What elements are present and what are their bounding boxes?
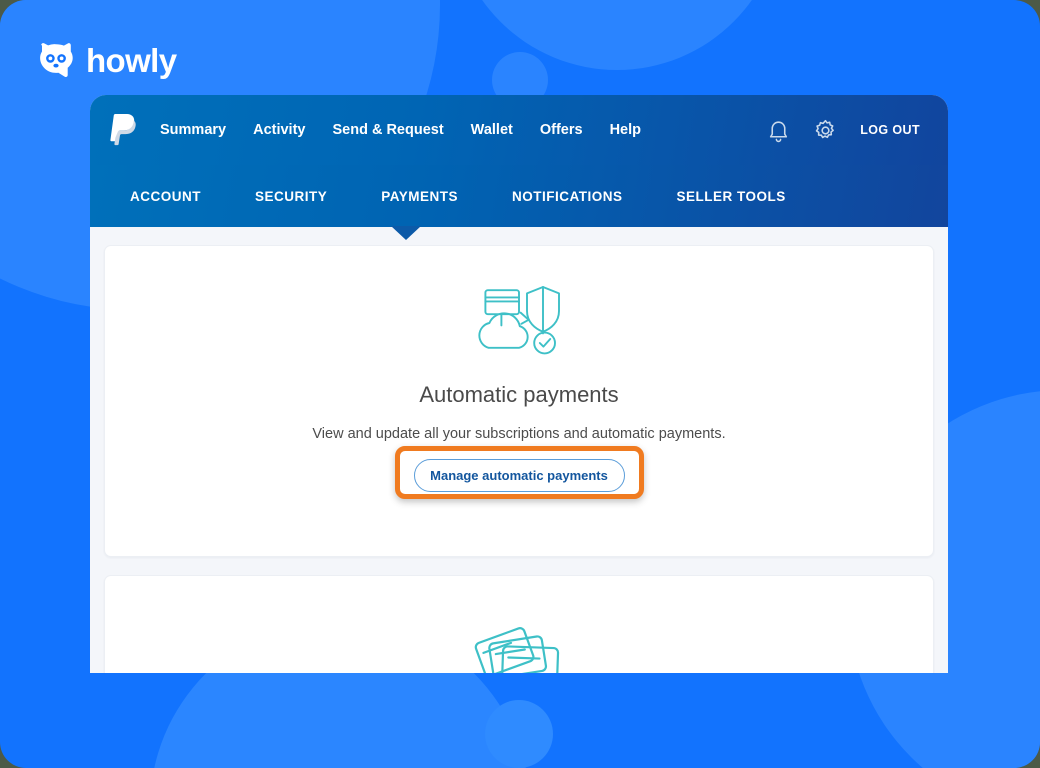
manage-automatic-payments-button[interactable]: Manage automatic payments — [413, 459, 625, 492]
nav-link-wallet[interactable]: Wallet — [471, 122, 513, 138]
background-blob-dot — [485, 700, 553, 768]
nav-link-send-request[interactable]: Send & Request — [332, 122, 443, 138]
tab-security[interactable]: SECURITY — [255, 189, 327, 204]
page-content: Automatic payments View and update all y… — [90, 227, 948, 673]
active-tab-indicator-icon — [391, 226, 421, 240]
nav-link-activity[interactable]: Activity — [253, 122, 305, 138]
nav-link-help[interactable]: Help — [610, 122, 641, 138]
tab-payments[interactable]: PAYMENTS — [381, 189, 458, 204]
cta-container: Manage automatic payments — [394, 446, 644, 499]
paypal-icon[interactable] — [108, 114, 138, 146]
blue-canvas: howly Summary Activity Send & Request Wa… — [0, 0, 1040, 768]
top-nav-links: Summary Activity Send & Request Wallet O… — [160, 122, 641, 138]
nav-link-summary[interactable]: Summary — [160, 122, 226, 138]
top-navigation-bar: Summary Activity Send & Request Wallet O… — [90, 95, 948, 165]
nav-link-offers[interactable]: Offers — [540, 122, 583, 138]
brand-name: howly — [86, 41, 177, 79]
brand-logo: howly — [36, 42, 177, 78]
bell-icon[interactable] — [766, 118, 791, 143]
logout-button[interactable]: LOG OUT — [860, 123, 920, 137]
screenshot-root: howly Summary Activity Send & Request Wa… — [0, 0, 1040, 768]
secondary-card — [104, 575, 934, 673]
card-description: View and update all your subscriptions a… — [312, 426, 726, 442]
tab-account[interactable]: ACCOUNT — [130, 189, 201, 204]
top-nav-actions: LOG OUT — [766, 118, 920, 143]
gear-icon[interactable] — [813, 118, 838, 143]
settings-tab-bar: ACCOUNT SECURITY PAYMENTS NOTIFICATIONS … — [90, 165, 948, 240]
automatic-payments-card: Automatic payments View and update all y… — [104, 245, 934, 557]
stacked-cards-icon — [474, 627, 560, 673]
app-window: Summary Activity Send & Request Wallet O… — [90, 95, 948, 673]
cloud-card-shield-check-icon — [478, 286, 560, 355]
card-title: Automatic payments — [419, 382, 619, 407]
tab-notifications[interactable]: NOTIFICATIONS — [512, 189, 623, 204]
owl-icon — [40, 43, 73, 77]
tab-seller-tools[interactable]: SELLER TOOLS — [677, 189, 786, 204]
